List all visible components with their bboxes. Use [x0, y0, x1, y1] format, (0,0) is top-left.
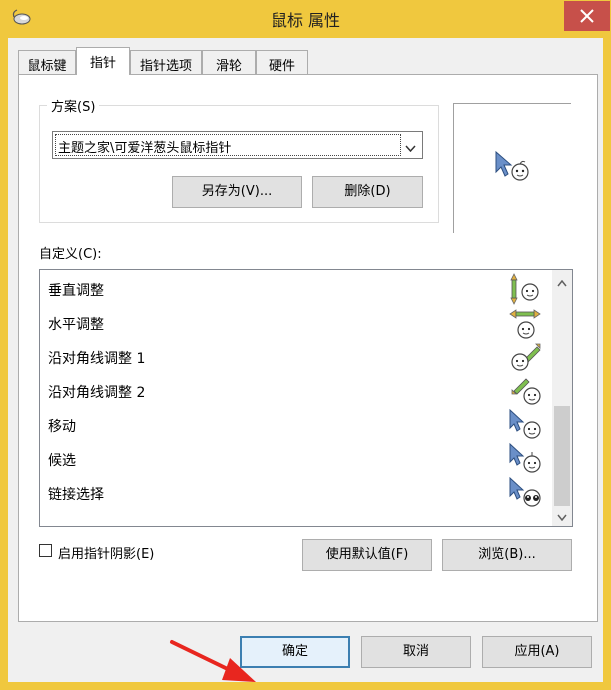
- list-item-label: 沿对角线调整 2: [48, 385, 146, 401]
- horizontal-resize-cursor-icon: [506, 306, 546, 344]
- tab-wheel[interactable]: 滑轮: [202, 50, 256, 74]
- list-scrollbar[interactable]: [552, 270, 572, 526]
- list-item-label: 水平调整: [48, 317, 104, 333]
- onion-pointer-icon: [495, 150, 529, 181]
- vertical-resize-cursor-icon: [506, 272, 546, 310]
- list-item[interactable]: 水平调整: [40, 306, 552, 340]
- cancel-button[interactable]: 取消: [361, 636, 471, 668]
- link-select-cursor-icon: [506, 476, 546, 514]
- list-item-label: 垂直调整: [48, 283, 104, 299]
- pointers-panel: 方案(S) 主题之家\可爱洋葱头鼠标指针 另存为(V)... 删除(D) 自定义…: [18, 74, 598, 622]
- tab-buttons[interactable]: 鼠标键: [18, 50, 76, 74]
- close-icon: [580, 9, 594, 23]
- shadow-checkbox[interactable]: [39, 544, 52, 557]
- browse-button[interactable]: 浏览(B)...: [442, 539, 572, 571]
- scheme-select[interactable]: 主题之家\可爱洋葱头鼠标指针: [52, 131, 423, 159]
- delete-button[interactable]: 删除(D): [312, 176, 423, 208]
- tab-label: 鼠标键: [27, 59, 67, 74]
- list-item-label: 沿对角线调整 1: [48, 351, 146, 367]
- close-button[interactable]: [564, 1, 610, 31]
- tab-hardware[interactable]: 硬件: [256, 50, 308, 74]
- tab-label: 滑轮: [215, 59, 242, 74]
- apply-button[interactable]: 应用(A): [482, 636, 592, 668]
- shadow-checkbox-label[interactable]: 启用指针阴影(E): [58, 543, 154, 562]
- chevron-up-icon[interactable]: [557, 276, 567, 291]
- list-item-label: 移动: [48, 419, 76, 435]
- cursor-list[interactable]: 垂直调整 水平调整 沿对角线调整 1 沿对角线调整 2 移动 候选 链接选择: [39, 269, 573, 527]
- move-cursor-icon: [506, 408, 546, 446]
- diagonal-resize-1-cursor-icon: [506, 340, 546, 378]
- window-title: 鼠标 属性: [270, 11, 341, 30]
- list-item[interactable]: 链接选择: [40, 476, 552, 510]
- diagonal-resize-2-cursor-icon: [506, 374, 546, 412]
- tab-label: 指针: [89, 56, 116, 71]
- chevron-down-icon[interactable]: [557, 510, 567, 525]
- list-item[interactable]: 沿对角线调整 2: [40, 374, 552, 408]
- dialog-client: 鼠标键 指针 指针选项 滑轮 硬件 方案(S) 主题之家\可爱洋葱头鼠标指针 另…: [8, 38, 603, 682]
- list-item[interactable]: 垂直调整: [40, 272, 552, 306]
- title-bar: 鼠标 属性: [0, 0, 611, 38]
- list-item-label: 候选: [48, 453, 76, 469]
- use-default-button[interactable]: 使用默认值(F): [302, 539, 432, 571]
- scheme-legend: 方案(S): [47, 96, 100, 115]
- list-item[interactable]: 候选: [40, 442, 552, 476]
- alternate-select-cursor-icon: [506, 442, 546, 480]
- chevron-down-icon: [405, 141, 416, 156]
- scheme-select-value: 主题之家\可爱洋葱头鼠标指针: [55, 134, 401, 156]
- tab-label: 硬件: [268, 59, 295, 74]
- tab-pointer-options[interactable]: 指针选项: [130, 50, 202, 74]
- tab-label: 指针选项: [139, 59, 192, 74]
- red-arrow-icon: [168, 628, 268, 690]
- list-item[interactable]: 移动: [40, 408, 552, 442]
- list-item[interactable]: 沿对角线调整 1: [40, 340, 552, 374]
- tab-pointers[interactable]: 指针: [76, 47, 130, 75]
- list-item-label: 链接选择: [48, 487, 104, 503]
- save-as-button[interactable]: 另存为(V)...: [172, 176, 302, 208]
- custom-label: 自定义(C):: [39, 247, 102, 262]
- cursor-preview: [453, 103, 571, 233]
- scrollbar-thumb[interactable]: [554, 406, 570, 506]
